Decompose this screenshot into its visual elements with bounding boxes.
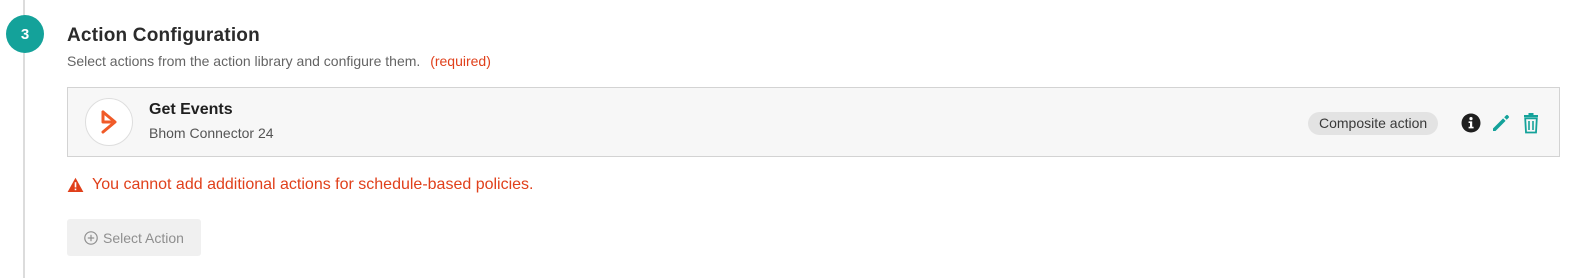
info-icon[interactable] [1460,112,1482,134]
action-configuration-step: 3 Action Configuration Select actions fr… [0,0,1588,278]
delete-trash-icon[interactable] [1520,112,1542,134]
schedule-policy-warning: You cannot add additional actions for sc… [67,176,534,194]
section-description-text: Select actions from the action library a… [67,53,421,69]
warning-text: You cannot add additional actions for sc… [92,176,534,193]
action-card: Get Events Bhom Connector 24 Composite a… [67,87,1560,157]
required-indicator: (required) [430,53,491,69]
section-title: Action Configuration [67,25,260,46]
step-number-badge: 3 [6,15,44,53]
plus-circle-icon [84,230,98,245]
action-name: Get Events [149,101,233,118]
composite-action-badge: Composite action [1308,112,1439,135]
edit-pencil-icon[interactable] [1490,112,1512,134]
section-description: Select actions from the action library a… [67,53,491,69]
action-connector-name: Bhom Connector 24 [149,125,274,141]
select-action-button[interactable]: Select Action [67,219,201,256]
warning-triangle-icon [67,177,84,192]
bmc-logo-icon [85,98,133,146]
select-action-label: Select Action [103,229,184,246]
